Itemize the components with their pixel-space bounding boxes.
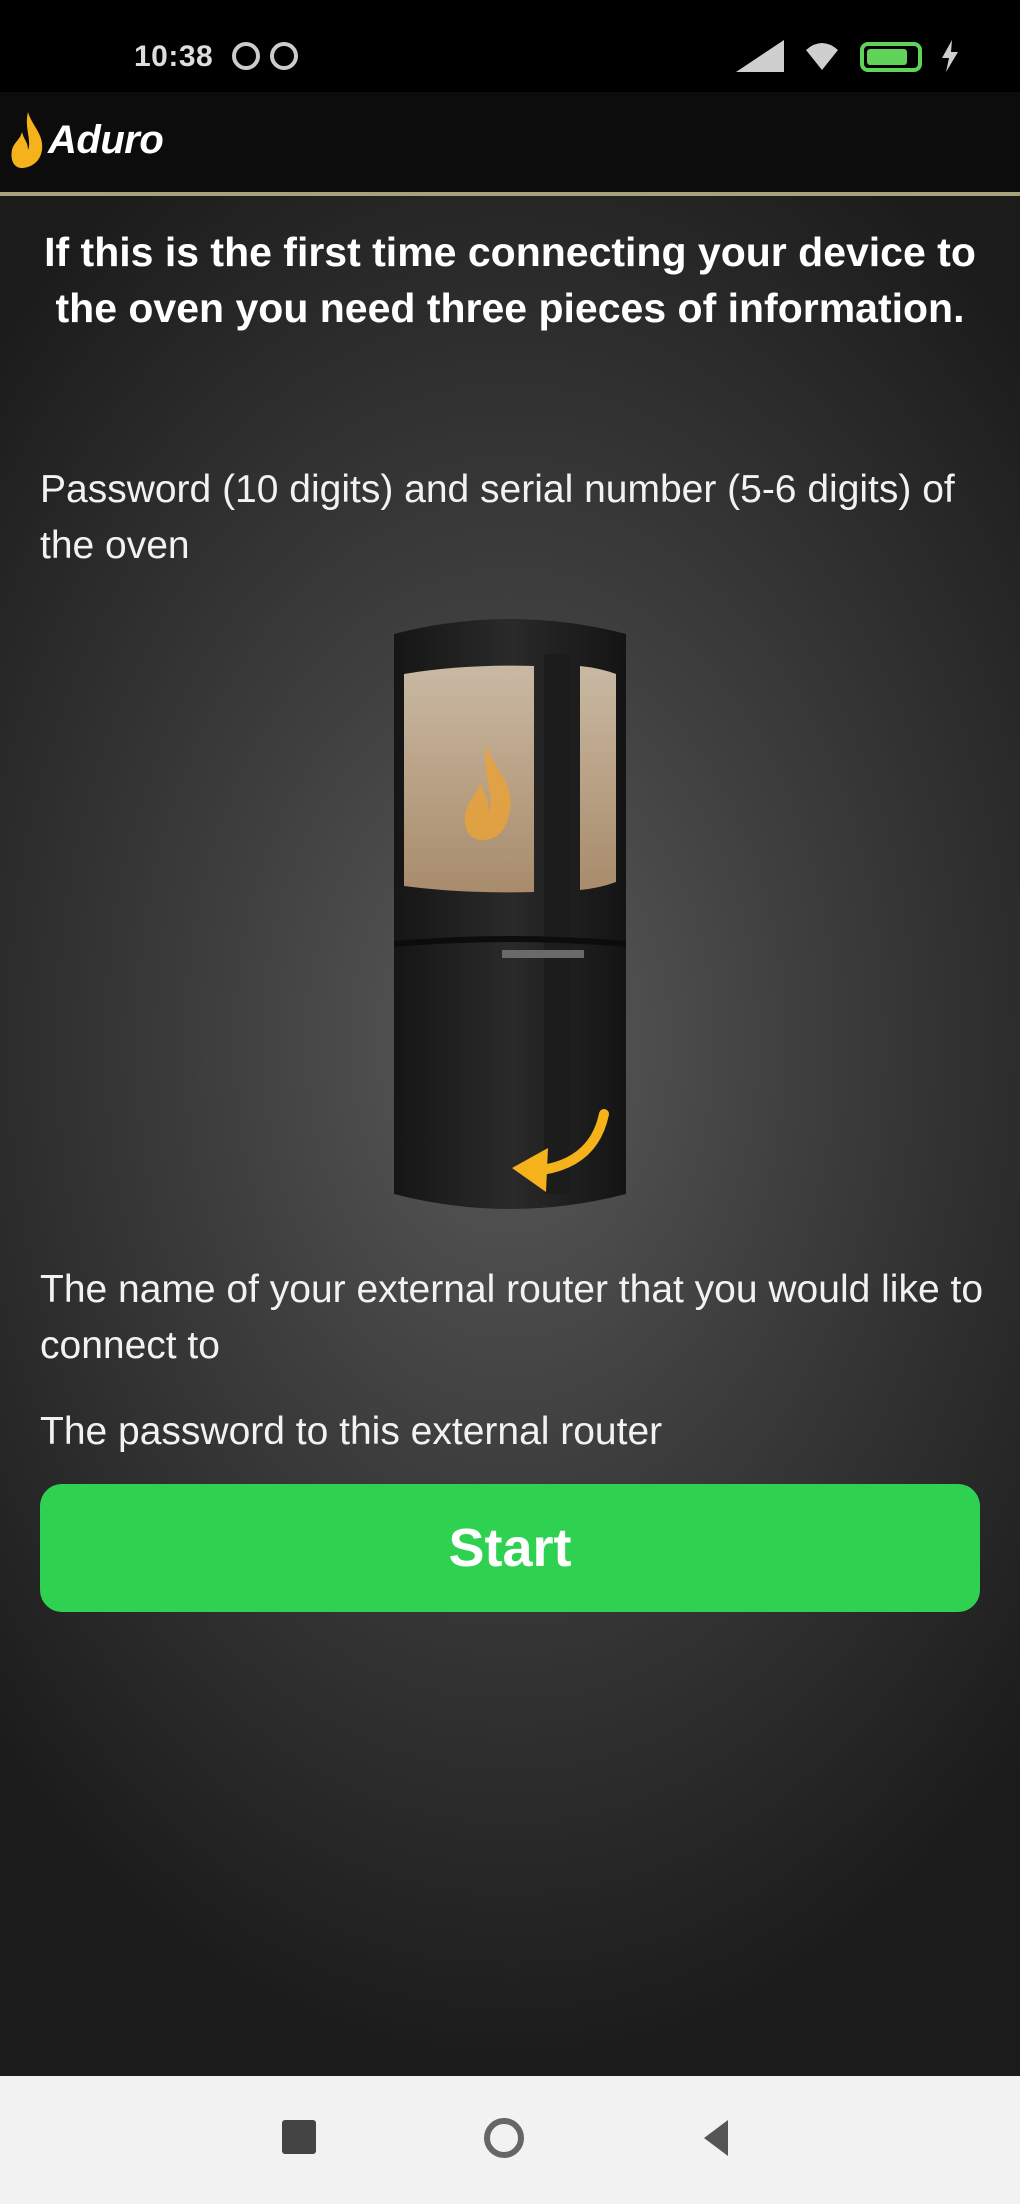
app-bar: Aduro bbox=[0, 92, 1020, 196]
requirement-oven-credentials: Password (10 digits) and serial number (… bbox=[40, 468, 955, 567]
start-button[interactable]: Start bbox=[40, 1484, 980, 1612]
stove-illustration bbox=[394, 619, 626, 1209]
logo-text: Aduro bbox=[48, 117, 164, 162]
signal-icon bbox=[736, 40, 784, 72]
requirement-router-password: The password to this external router bbox=[40, 1410, 663, 1453]
notification-icon bbox=[232, 42, 260, 70]
recent-apps-icon[interactable] bbox=[282, 2120, 316, 2154]
status-time: 10:38 bbox=[134, 40, 214, 73]
navigation-bar bbox=[0, 2076, 1020, 2204]
battery-icon bbox=[860, 42, 922, 72]
flame-icon bbox=[11, 112, 43, 168]
charging-icon bbox=[942, 40, 958, 72]
status-notification-icons bbox=[232, 42, 298, 70]
home-icon[interactable] bbox=[484, 2118, 524, 2158]
status-system-icons bbox=[736, 40, 960, 72]
main-content: If this is the first time connecting you… bbox=[0, 196, 1020, 2076]
notification-icon bbox=[270, 42, 298, 70]
back-icon[interactable] bbox=[700, 2118, 732, 2158]
battery-level bbox=[867, 49, 907, 65]
requirement-router-name: The name of your external router that yo… bbox=[40, 1268, 984, 1367]
aduro-logo: Aduro bbox=[8, 110, 164, 170]
wifi-icon bbox=[806, 43, 838, 70]
status-bar: 10:38 bbox=[0, 0, 1020, 92]
page-heading: If this is the first time connecting you… bbox=[44, 229, 976, 331]
